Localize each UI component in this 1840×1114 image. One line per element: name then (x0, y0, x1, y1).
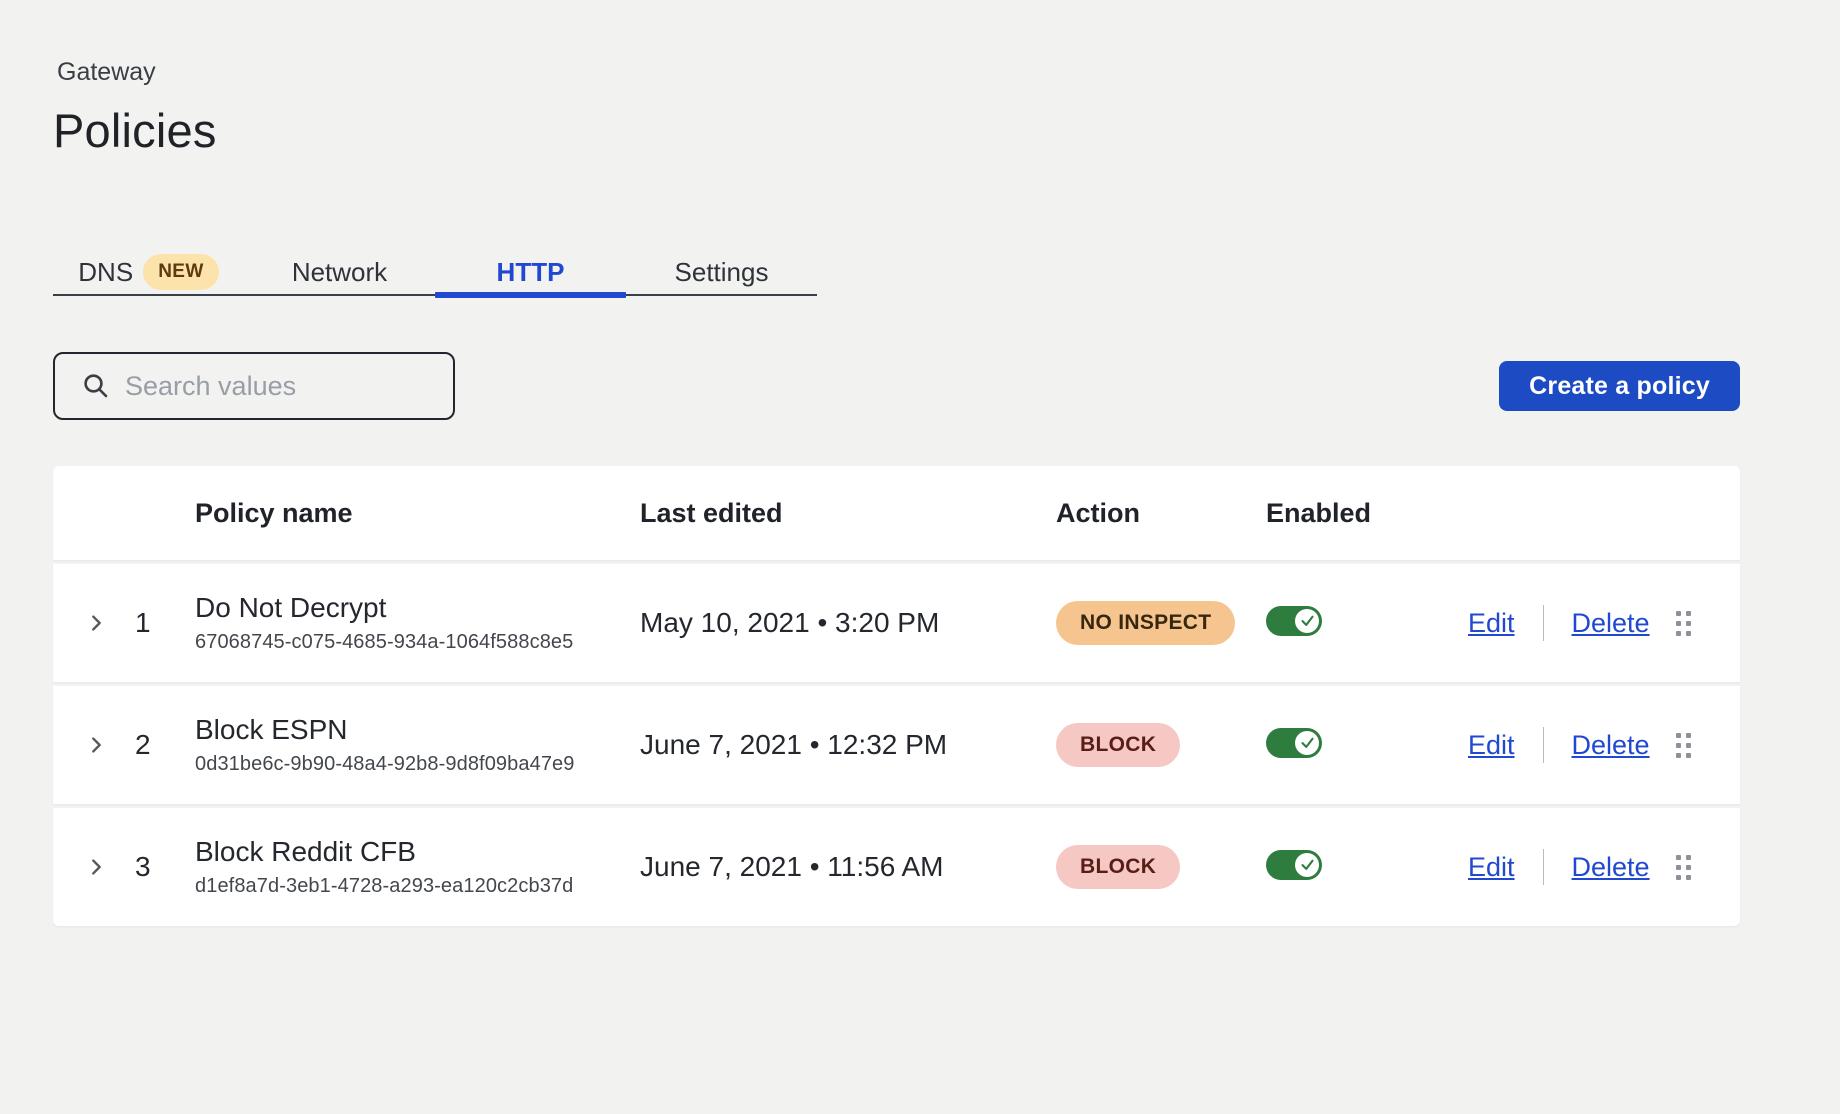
new-badge: NEW (143, 254, 219, 290)
page-title: Policies (53, 103, 1740, 158)
enabled-toggle[interactable] (1266, 850, 1322, 880)
enabled-cell (1266, 728, 1448, 763)
delete-link[interactable]: Delete (1572, 730, 1650, 761)
row-actions: Edit Delete (1448, 849, 1740, 885)
chevron-right-icon (85, 856, 107, 878)
drag-handle-icon[interactable] (1672, 851, 1695, 884)
expand-row-button[interactable] (83, 732, 109, 758)
table-row: 1 Do Not Decrypt 67068745-c075-4685-934a… (53, 564, 1740, 682)
delete-link[interactable]: Delete (1572, 852, 1650, 883)
tab-http-label: HTTP (497, 257, 565, 288)
policy-name: Do Not Decrypt (195, 592, 640, 624)
enabled-toggle[interactable] (1266, 606, 1322, 636)
expand-row-button[interactable] (83, 854, 109, 880)
delete-link[interactable]: Delete (1572, 608, 1650, 639)
action-badge: BLOCK (1056, 845, 1180, 889)
link-divider (1543, 727, 1544, 763)
policy-name-cell: Block Reddit CFB d1ef8a7d-3eb1-4728-a293… (195, 836, 640, 898)
search-box[interactable] (53, 352, 455, 420)
last-edited-cell: May 10, 2021 • 3:20 PM (640, 607, 1056, 639)
tab-settings[interactable]: Settings (626, 250, 817, 294)
column-header-policy-name: Policy name (195, 498, 640, 529)
policy-name-cell: Block ESPN 0d31be6c-9b90-48a4-92b8-9d8f0… (195, 714, 640, 776)
tab-settings-label: Settings (675, 257, 769, 288)
row-actions: Edit Delete (1448, 605, 1740, 641)
breadcrumb: Gateway (57, 58, 1740, 87)
column-header-action: Action (1056, 498, 1266, 529)
tab-network[interactable]: Network (244, 250, 435, 294)
table-row: 3 Block Reddit CFB d1ef8a7d-3eb1-4728-a2… (53, 808, 1740, 926)
actions-row: Create a policy (53, 352, 1740, 420)
table-row: 2 Block ESPN 0d31be6c-9b90-48a4-92b8-9d8… (53, 686, 1740, 804)
action-cell: BLOCK (1056, 723, 1266, 767)
enabled-cell (1266, 606, 1448, 641)
row-number: 1 (135, 607, 151, 639)
action-badge: NO INSPECT (1056, 601, 1235, 645)
column-header-last-edited: Last edited (640, 498, 1056, 529)
edit-link[interactable]: Edit (1468, 852, 1515, 883)
row-actions: Edit Delete (1448, 727, 1740, 763)
enabled-toggle[interactable] (1266, 728, 1322, 758)
chevron-right-icon (85, 612, 107, 634)
policy-uuid: d1ef8a7d-3eb1-4728-a293-ea120c2cb37d (195, 875, 640, 898)
toggle-check-icon (1295, 853, 1319, 877)
expand-row-button[interactable] (83, 610, 109, 636)
row-number: 2 (135, 729, 151, 761)
search-icon (81, 371, 111, 401)
row-head: 1 (53, 607, 195, 639)
row-head: 2 (53, 729, 195, 761)
link-divider (1543, 605, 1544, 641)
tab-dns-label: DNS (78, 257, 133, 288)
policies-table: Policy name Last edited Action Enabled 1… (53, 466, 1740, 926)
action-cell: BLOCK (1056, 845, 1266, 889)
table-header: Policy name Last edited Action Enabled (53, 466, 1740, 560)
edit-link[interactable]: Edit (1468, 730, 1515, 761)
row-head: 3 (53, 851, 195, 883)
last-edited-cell: June 7, 2021 • 11:56 AM (640, 851, 1056, 883)
tab-network-label: Network (292, 257, 387, 288)
toggle-check-icon (1295, 609, 1319, 633)
policy-name-cell: Do Not Decrypt 67068745-c075-4685-934a-1… (195, 592, 640, 654)
action-cell: NO INSPECT (1056, 601, 1266, 645)
policy-name: Block ESPN (195, 714, 640, 746)
action-badge: BLOCK (1056, 723, 1180, 767)
active-tab-indicator (435, 292, 626, 298)
column-header-enabled: Enabled (1266, 498, 1448, 529)
search-input[interactable] (125, 371, 435, 402)
enabled-cell (1266, 850, 1448, 885)
policy-name: Block Reddit CFB (195, 836, 640, 868)
edit-link[interactable]: Edit (1468, 608, 1515, 639)
tab-http[interactable]: HTTP (435, 250, 626, 294)
row-number: 3 (135, 851, 151, 883)
toggle-check-icon (1295, 731, 1319, 755)
tab-bar: DNS NEW Network HTTP Settings (53, 250, 817, 296)
drag-handle-icon[interactable] (1672, 729, 1695, 762)
chevron-right-icon (85, 734, 107, 756)
tab-dns[interactable]: DNS NEW (53, 250, 244, 294)
policy-uuid: 0d31be6c-9b90-48a4-92b8-9d8f09ba47e9 (195, 753, 640, 776)
last-edited-cell: June 7, 2021 • 12:32 PM (640, 729, 1056, 761)
create-policy-button[interactable]: Create a policy (1499, 361, 1740, 411)
drag-handle-icon[interactable] (1672, 607, 1695, 640)
policy-uuid: 67068745-c075-4685-934a-1064f588c8e5 (195, 631, 640, 654)
link-divider (1543, 849, 1544, 885)
gateway-policies-page: Gateway Policies DNS NEW Network HTTP Se… (0, 0, 1840, 926)
